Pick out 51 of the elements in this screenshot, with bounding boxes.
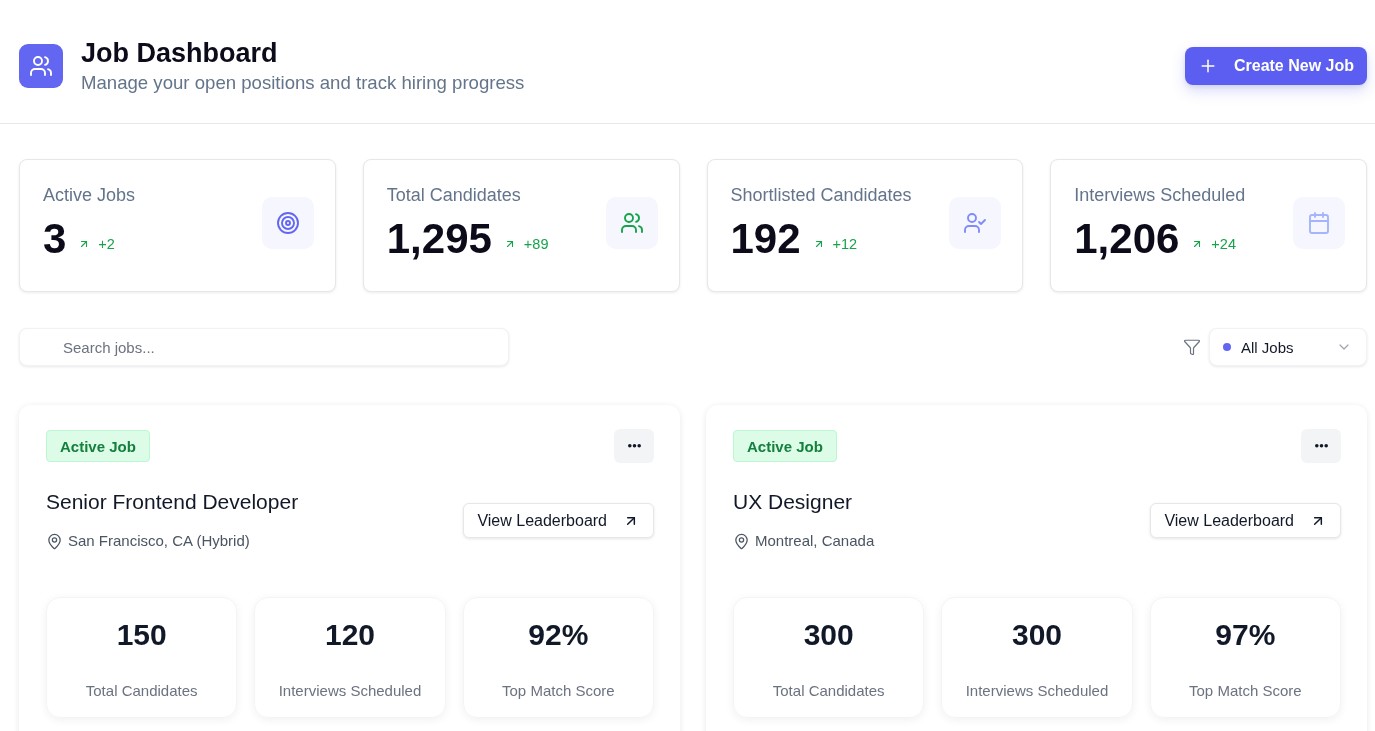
view-leaderboard-button[interactable]: View Leaderboard [463, 503, 654, 538]
stat-value: 1,295 [386, 215, 492, 263]
metric-label: Top Match Score [502, 681, 615, 701]
stat-label: Total Candidates [386, 184, 522, 206]
stat-label: Active Jobs [43, 184, 136, 206]
status-badge: Active Job [733, 430, 837, 462]
stat-value: 192 [730, 215, 801, 263]
map-pin-icon [733, 532, 750, 550]
stat-change: +12 [832, 235, 858, 253]
stat-label: Shortlisted Candidates [730, 184, 912, 206]
view-leaderboard-button[interactable]: View Leaderboard [1150, 503, 1341, 538]
more-options-button[interactable] [1301, 429, 1341, 463]
page-title: Job Dashboard [81, 38, 279, 68]
job-location: San Francisco, CA (Hybrid) [68, 531, 250, 551]
stat-label: Interviews Scheduled [1074, 184, 1246, 206]
metric-value: 92% [528, 618, 589, 652]
metric-label: Interviews Scheduled [278, 681, 422, 701]
calendar-icon [1293, 197, 1345, 249]
status-dot-icon [1223, 343, 1231, 351]
ellipsis-icon [1314, 444, 1328, 448]
metric-value: 150 [116, 618, 167, 652]
map-pin-icon [46, 532, 63, 550]
status-badge: Active Job [46, 430, 150, 462]
filter-icon[interactable] [1183, 338, 1201, 356]
more-options-button[interactable] [614, 429, 654, 463]
stat-value: 3 [43, 215, 67, 263]
metric-value: 97% [1215, 618, 1276, 652]
job-filter-select[interactable]: All Jobs [1209, 328, 1367, 366]
job-title: UX Designer [733, 490, 854, 514]
users-icon [19, 44, 63, 88]
stat-value: 1,206 [1074, 215, 1180, 263]
job-location: Montreal, Canada [755, 531, 875, 551]
stat-change: +89 [523, 235, 549, 253]
stat-change: +24 [1211, 235, 1236, 253]
ellipsis-icon [627, 444, 641, 448]
page-subtitle: Manage your open positions and track hiring progress [81, 72, 525, 94]
users-icon [605, 197, 658, 249]
metric-value: 120 [324, 618, 375, 652]
target-icon [261, 197, 314, 249]
metric-label: Total Candidates [85, 681, 198, 701]
metric-value: 300 [1011, 618, 1062, 652]
metric-label: Total Candidates [772, 681, 885, 701]
metric-label: Top Match Score [1189, 681, 1302, 701]
metric-label: Interviews Scheduled [965, 681, 1109, 701]
select-value: All Jobs [1241, 338, 1295, 356]
create-job-button[interactable]: Create New Job [1184, 47, 1367, 85]
metric-value: 300 [803, 618, 854, 652]
user-check-icon [949, 197, 1002, 249]
job-title: Senior Frontend Developer [46, 490, 299, 514]
stat-change: +2 [98, 235, 115, 253]
search-field[interactable]: Search jobs... [19, 328, 509, 366]
